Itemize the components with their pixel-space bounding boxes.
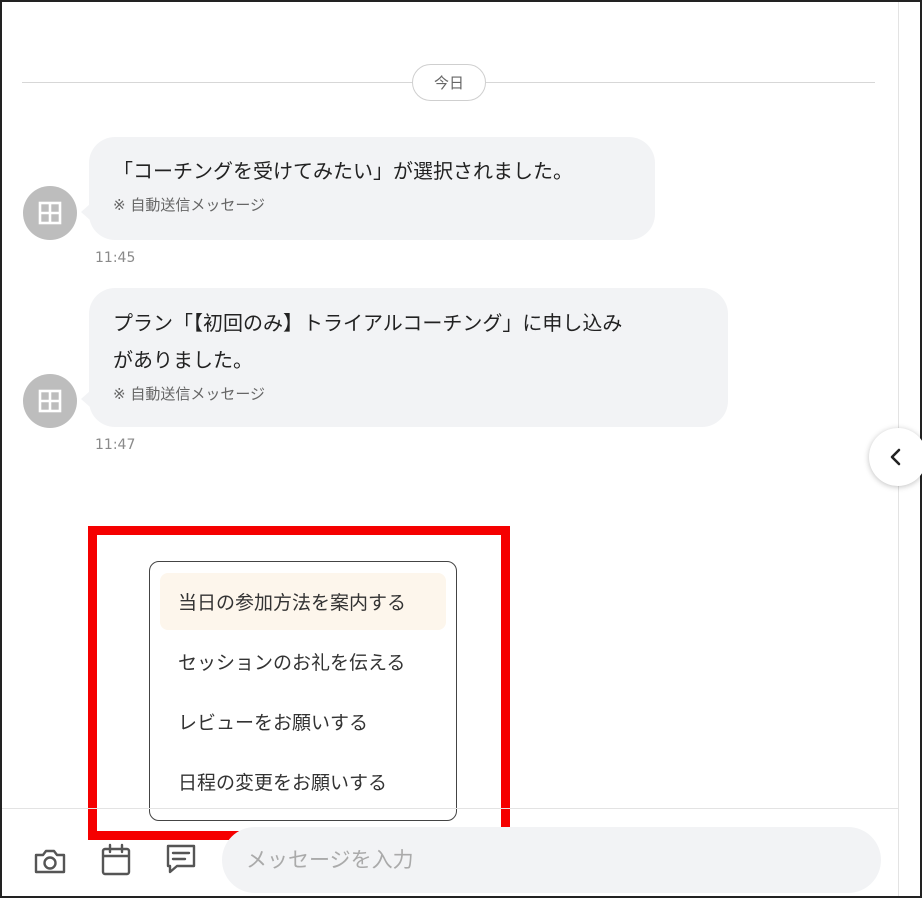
template-menu-item[interactable]: レビューをお願いする (160, 693, 446, 750)
sender-avatar (23, 186, 77, 240)
calendar-icon (101, 843, 131, 876)
side-panel-toggle-button[interactable] (869, 428, 922, 486)
composer-divider (2, 808, 898, 809)
template-menu-item[interactable]: 当日の参加方法を案内する (160, 573, 446, 630)
auto-message-note: ※ 自動送信メッセージ (113, 385, 266, 403)
message-input-container (222, 827, 881, 893)
message-template-button[interactable] (163, 841, 199, 877)
camera-button[interactable] (32, 843, 68, 879)
template-menu: 当日の参加方法を案内する セッションのお礼を伝える レビューをお願いする 日程の… (149, 561, 457, 821)
template-menu-item[interactable]: セッションのお礼を伝える (160, 633, 446, 690)
message-timestamp: 11:45 (95, 250, 136, 266)
chevron-left-icon (890, 448, 901, 466)
message-input[interactable] (222, 827, 881, 893)
calendar-button[interactable] (98, 842, 134, 878)
message-bubble: プラン「【初回のみ】トライアルコーチング」に申し込み がありました。 ※ 自動送… (81, 288, 728, 427)
message-template-icon (166, 844, 196, 874)
message-text: プラン「【初回のみ】トライアルコーチング」に申し込み がありました。 (113, 311, 623, 372)
sender-avatar (23, 374, 77, 428)
camera-icon (34, 849, 66, 874)
building-icon (38, 201, 62, 225)
date-divider-label: 今日 (412, 64, 486, 101)
message-bubble: 「コーチングを受けてみたい」が選択されました。 ※ 自動送信メッセージ (81, 137, 655, 240)
message-text: 「コーチングを受けてみたい」が選択されました。 (113, 159, 573, 183)
building-icon (38, 389, 62, 413)
auto-message-note: ※ 自動送信メッセージ (113, 196, 266, 214)
template-menu-item[interactable]: 日程の変更をお願いする (160, 753, 446, 810)
message-timestamp: 11:47 (95, 437, 136, 453)
